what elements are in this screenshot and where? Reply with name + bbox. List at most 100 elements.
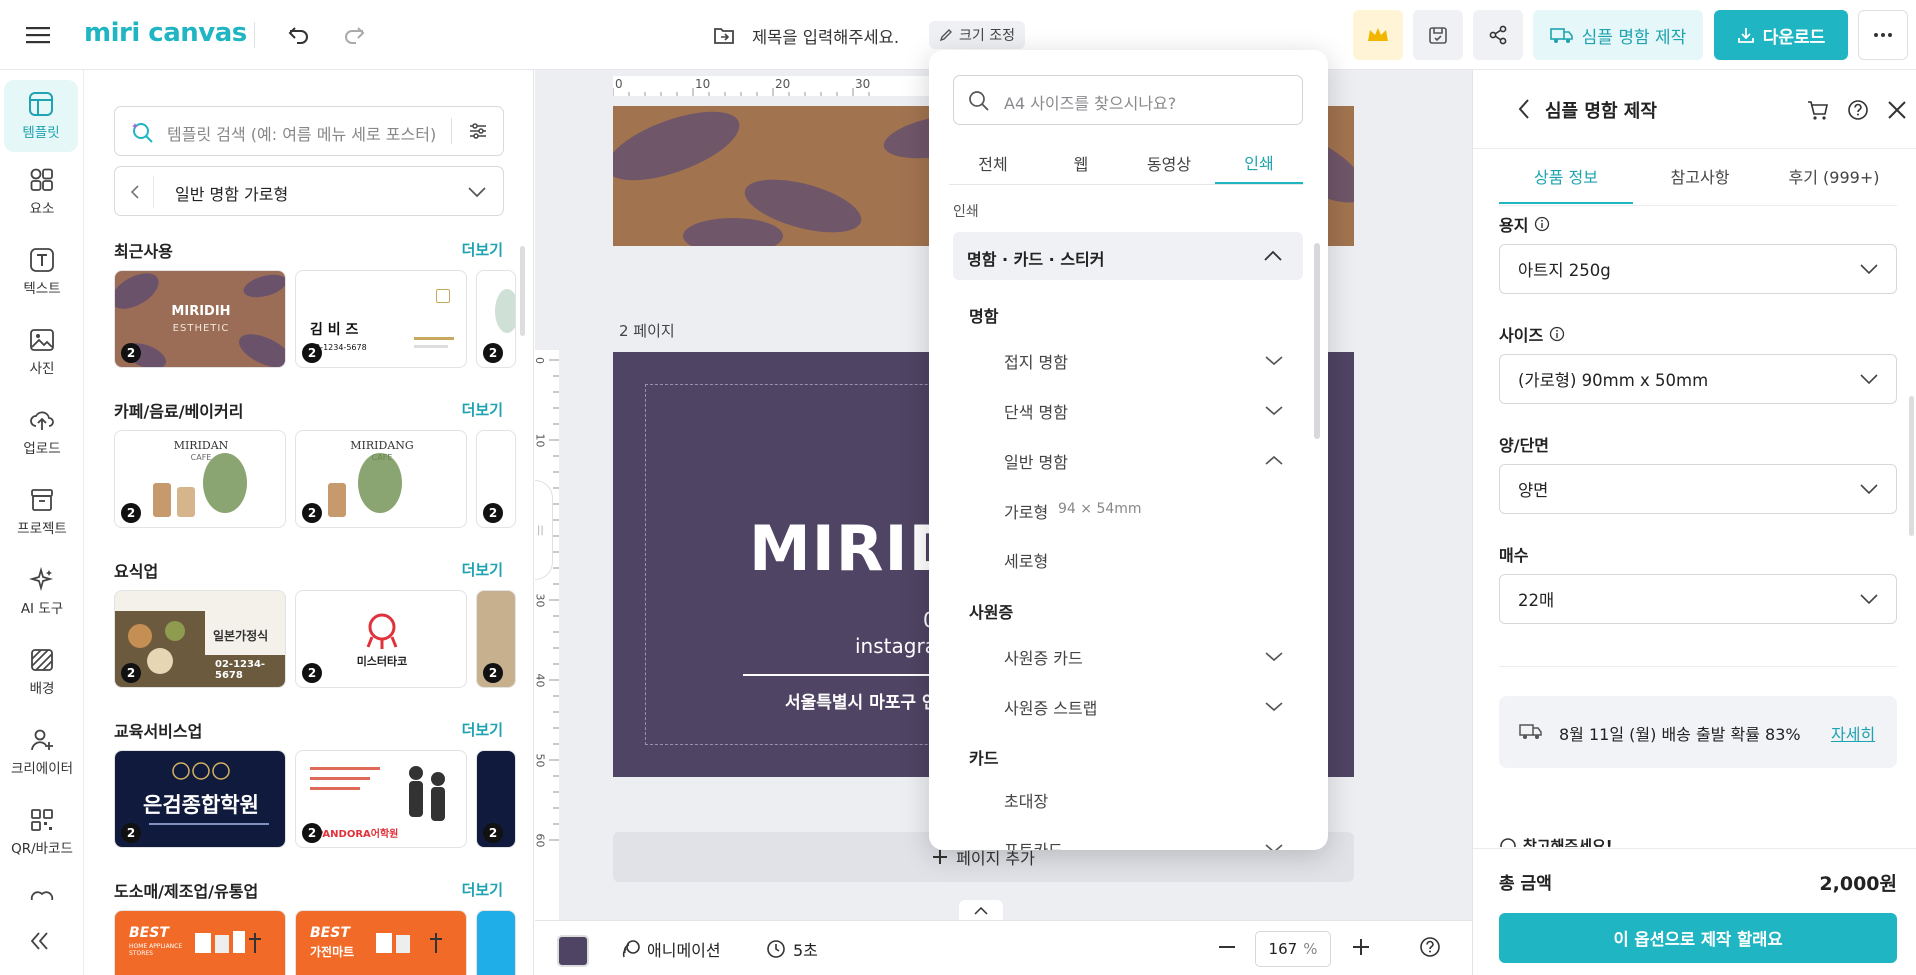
chevron-up-icon[interactable] [959,900,1003,920]
template-thumb[interactable]: MIRIDIH ESTHETIC 2 [114,270,286,368]
tab-video[interactable]: 동영상 [1125,142,1213,184]
size-option-landscape[interactable]: 가로형 94 × 54mm [929,499,1328,523]
menu-icon[interactable] [20,17,56,53]
duration-button[interactable]: 5초 [765,937,818,961]
folder-move-icon[interactable] [706,17,742,53]
size-select[interactable]: (가로형) 90mm x 50mm [1499,354,1897,404]
zoom-in-icon[interactable] [1351,937,1371,957]
rail-item-creator[interactable]: 크리에이터 [0,716,84,788]
rail-item-text[interactable]: 텍스트 [0,236,84,308]
app-logo[interactable]: miri canvas [84,18,247,48]
size-search-input[interactable]: A4 사이즈를 찾으시나요? [1004,90,1176,114]
paper-select[interactable]: 아트지 250g [1499,244,1897,294]
card-instagram[interactable]: instagra [855,634,937,658]
collapse-icon[interactable] [28,930,52,952]
tab-product-info[interactable]: 상품 정보 [1499,164,1633,204]
product-order-button[interactable]: 심플 명함 제작 [1533,10,1703,60]
template-thumb[interactable]: 2 [476,270,516,368]
premium-crown-icon[interactable] [1353,10,1403,60]
tab-web[interactable]: 웹 [1037,142,1125,184]
chevron-down-icon[interactable] [467,186,487,198]
redo-icon[interactable] [336,17,372,53]
tab-print[interactable]: 인쇄 [1215,142,1303,184]
ruler-mark: 50 [535,753,547,768]
animation-button[interactable]: 애니메이션 [621,937,721,961]
document-title[interactable]: 제목을 입력해주세요. [752,24,899,48]
template-thumb[interactable]: MIRIDAN CAFE 2 [114,430,286,528]
size-option-portrait[interactable]: 세로형 [929,548,1328,572]
rail-item-photo[interactable]: 사진 [0,316,84,388]
card-address[interactable]: 서울특별시 마포구 연 [785,688,938,713]
rail-item-qr[interactable]: QR/바코드 [0,796,84,868]
template-thumb[interactable]: 2 [476,750,516,848]
more-link[interactable]: 더보기 [462,399,503,420]
shipping-detail-link[interactable]: 자세히 [1831,721,1875,745]
cart-icon[interactable] [1807,99,1829,121]
list-item[interactable]: 단색 명함 [929,399,1328,423]
share-icon[interactable] [1473,10,1523,60]
rail-label: 크리에이터 [10,761,74,777]
more-link[interactable]: 더보기 [462,719,503,740]
template-thumb[interactable]: 일본가정식 02-1234-5678 2 [114,590,286,688]
list-item[interactable]: 접지 명함 [929,349,1328,373]
more-options-icon[interactable] [1858,10,1908,60]
rail-item-project[interactable]: 프로젝트 [0,476,84,548]
background-color-swatch[interactable] [557,935,589,967]
zoom-input[interactable]: 167 % [1255,931,1331,967]
template-thumb[interactable]: MIRIDANG CAFE 2 [295,430,467,528]
info-icon[interactable] [1534,216,1550,232]
more-link[interactable]: 더보기 [462,879,503,900]
rail-item-background[interactable]: 배경 [0,636,84,708]
quantity-select[interactable]: 22매 [1499,574,1897,624]
info-icon[interactable] [1549,326,1565,342]
list-item[interactable]: 사원증 카드 [929,645,1328,669]
rail-item-template[interactable]: 템플릿 [4,80,78,152]
panel-scrollbar[interactable] [1909,396,1914,536]
template-thumb[interactable]: BEST 가전마트 [295,910,467,975]
divider [153,176,154,208]
size-search[interactable]: A4 사이즈를 찾으시나요? [953,75,1303,125]
template-thumb[interactable]: 미스터타코 2 [295,590,467,688]
tab-notes[interactable]: 참고사항 [1633,164,1767,204]
template-thumb[interactable]: 김 비 즈 02-1234-5678 2 [295,270,467,368]
filter-icon[interactable] [467,120,489,142]
template-search[interactable]: 템플릿 검색 (예: 여름 메뉴 세로 포스터) [114,106,504,156]
template-thumb[interactable]: PANDORA어학원 2 [295,750,467,848]
more-link[interactable]: 더보기 [462,559,503,580]
template-thumb[interactable] [476,910,516,975]
list-item[interactable]: 포토카드 [929,837,1328,850]
template-thumb[interactable]: BEST HOME APPLIANCE STORES [114,910,286,975]
tab-all[interactable]: 전체 [949,142,1037,184]
group-header[interactable]: 명함 · 카드 · 스티커 [953,232,1303,280]
list-item[interactable]: 일반 명함 [929,449,1328,473]
panel-scrollbar[interactable] [520,246,525,336]
download-button[interactable]: 다운로드 [1714,10,1848,60]
undo-icon[interactable] [281,17,317,53]
back-icon[interactable] [1517,98,1531,120]
tab-reviews[interactable]: 후기 (999+) [1767,164,1901,204]
help-icon[interactable] [1419,936,1441,958]
template-search-input[interactable]: 템플릿 검색 (예: 여름 메뉴 세로 포스터) [167,121,436,145]
save-icon[interactable] [1413,10,1463,60]
panel-collapse-handle[interactable]: || [535,480,553,580]
category-selector[interactable]: 일반 명함 가로형 [114,166,504,216]
template-thumb[interactable]: 2 [476,590,516,688]
template-thumb[interactable]: 은검종합학원 2 [114,750,286,848]
zoom-out-icon[interactable] [1217,937,1237,957]
heart-icon[interactable] [28,888,56,900]
chevron-left-icon[interactable] [129,184,141,200]
template-thumb[interactable]: 2 [476,430,516,528]
rail-item-ai-tool[interactable]: AI 도구 [0,556,84,628]
close-icon[interactable] [1887,100,1907,120]
resize-button[interactable]: 크기 조정 [929,21,1025,49]
popover-scrollbar[interactable] [1314,243,1320,439]
quantity-value: 22매 [1518,591,1555,610]
help-icon[interactable] [1847,99,1869,121]
list-item[interactable]: 사원증 스트랩 [929,695,1328,719]
sides-select[interactable]: 양면 [1499,464,1897,514]
more-link[interactable]: 더보기 [462,239,503,260]
rail-item-upload[interactable]: 업로드 [0,396,84,468]
order-cta-button[interactable]: 이 옵션으로 제작 할래요 [1499,913,1897,963]
list-item[interactable]: 초대장 [929,788,1328,812]
rail-item-elements[interactable]: 요소 [0,156,84,228]
